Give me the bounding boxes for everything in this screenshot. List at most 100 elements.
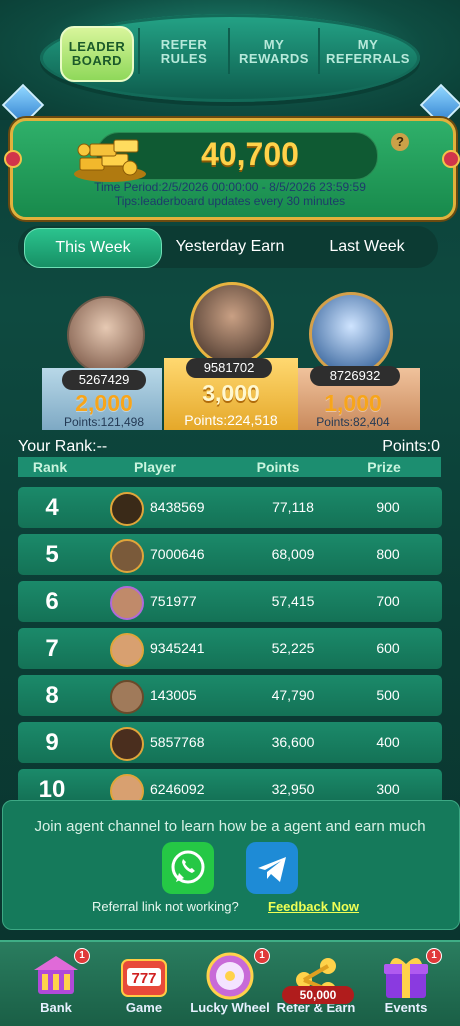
nav-events-label: Events (384, 1000, 428, 1015)
row-rank: 7 (45, 635, 59, 662)
tab-this-week[interactable]: This Week (24, 228, 162, 268)
row-prize: 500 (376, 687, 400, 703)
row-player: 7000646 (150, 546, 205, 562)
tab-my-referrals[interactable]: MY REFERRALS (320, 26, 416, 78)
whatsapp-button[interactable] (162, 842, 214, 894)
nav-bank-label: Bank (40, 1000, 72, 1015)
total-points: 40,700 (201, 136, 299, 172)
podium-second-points: Points:121,498 (63, 415, 145, 429)
agent-channel-text: Join agent channel to learn how be a age… (34, 818, 426, 835)
podium-second-id: 5267429 (62, 370, 146, 390)
podium-first-id: 9581702 (186, 358, 272, 378)
player-avatar (110, 492, 144, 526)
player-avatar (110, 539, 144, 573)
row-prize: 800 (376, 546, 400, 562)
player-avatar (110, 633, 144, 667)
time-period-text: Time Period:2/5/2026 00:00:00 - 8/5/2026… (94, 180, 366, 194)
gold-bars-icon (74, 139, 146, 182)
whatsapp-icon (171, 850, 205, 884)
player-avatar (110, 680, 144, 714)
table-row[interactable]: 6 751977 57,415 700 (18, 581, 442, 622)
your-rank: Your Rank:-- (18, 438, 108, 455)
table-row[interactable]: 7 9345241 52,225 600 (18, 628, 442, 669)
telegram-icon (258, 857, 286, 882)
referral-not-working-text: Referral link not working? (92, 899, 239, 914)
nav-events[interactable]: 1 Events (362, 944, 450, 1022)
bank-badge: 1 (74, 948, 90, 964)
row-prize: 700 (376, 593, 400, 609)
lucky-wheel-badge: 1 (254, 948, 270, 964)
row-points: 52,225 (271, 640, 315, 656)
header-rank: Rank (32, 459, 68, 475)
table-row[interactable]: 8 143005 47,790 500 (18, 675, 442, 716)
row-player: 143005 (150, 687, 197, 703)
time-period: Time Period:2/5/2026 00:00:00 - 8/5/2026… (20, 180, 440, 208)
row-player: 5857768 (150, 734, 205, 750)
row-player: 9345241 (150, 640, 205, 656)
nav-refer-earn[interactable]: Refer & Earn (272, 944, 360, 1022)
tab-my-rewards[interactable]: MY REWARDS (230, 26, 318, 78)
row-points: 36,600 (271, 734, 315, 750)
row-points: 32,950 (271, 781, 315, 797)
podium-second-amount: 2,000 (75, 390, 133, 416)
telegram-button[interactable] (246, 842, 298, 894)
row-rank: 4 (45, 494, 59, 521)
row-prize: 900 (376, 499, 400, 515)
player-avatar (110, 586, 144, 620)
row-points: 77,118 (272, 499, 314, 515)
gift-box-icon (384, 958, 428, 998)
gem-right-icon (442, 150, 460, 168)
podium-third-amount: 1,000 (324, 390, 382, 416)
refer-earn-coins: 50,000 (282, 986, 354, 1004)
player-avatar (110, 774, 144, 800)
row-rank: 9 (45, 729, 59, 756)
podium-first-amount: 3,000 (202, 380, 260, 406)
row-rank: 5 (45, 541, 59, 568)
tab-yesterday-earn[interactable]: Yesterday Earn (166, 228, 294, 266)
podium-first-points: Points:224,518 (184, 412, 278, 428)
nav-lucky-wheel[interactable]: 1 Lucky Wheel (186, 944, 274, 1022)
lucky-wheel-icon (206, 952, 254, 1000)
nav-game[interactable]: 777 Game (100, 944, 188, 1022)
gem-left-icon (4, 150, 22, 168)
header-prize: Prize (367, 459, 401, 475)
table-row[interactable]: 5 7000646 68,009 800 (18, 534, 442, 575)
avatar-second (67, 296, 145, 374)
nav-bank[interactable]: 1 Bank (12, 944, 100, 1022)
tab-leaderboard[interactable]: LEADER BOARD (60, 26, 134, 82)
feedback-now-link[interactable]: Feedback Now (268, 899, 359, 914)
podium-third-points: Points:82,404 (316, 415, 390, 429)
table-row[interactable]: 10 6246092 32,950 300 (18, 769, 442, 800)
slot-machine-icon: 777 (121, 959, 167, 997)
events-badge: 1 (426, 948, 442, 964)
row-prize: 300 (376, 781, 400, 797)
header-points: Points (256, 459, 300, 475)
table-header: Rank Player Points Prize (18, 457, 441, 477)
your-points: Points:0 (382, 438, 440, 455)
help-icon[interactable]: ? (391, 133, 409, 151)
header-player: Player (133, 459, 177, 475)
avatar-third (309, 292, 393, 376)
row-prize: 400 (376, 734, 400, 750)
tab-last-week[interactable]: Last Week (300, 228, 434, 266)
row-points: 47,790 (271, 687, 315, 703)
row-points: 57,415 (271, 593, 315, 609)
row-prize: 600 (376, 640, 400, 656)
row-rank: 6 (45, 588, 59, 615)
player-avatar (110, 727, 144, 761)
avatar-first (190, 282, 274, 366)
table-row[interactable]: 4 8438569 77,118 900 (18, 487, 442, 528)
nav-game-label: Game (125, 1000, 163, 1015)
row-points: 68,009 (271, 546, 315, 562)
row-rank: 8 (45, 682, 59, 709)
row-player: 6246092 (150, 781, 205, 797)
row-player: 8438569 (150, 499, 205, 515)
svg-text:777: 777 (131, 970, 156, 987)
nav-lucky-wheel-label: Lucky Wheel (190, 1000, 270, 1015)
table-row[interactable]: 9 5857768 36,600 400 (18, 722, 442, 763)
tips-text: Tips:leaderboard updates every 30 minute… (114, 194, 346, 208)
tab-refer-rules[interactable]: REFER RULES (140, 26, 228, 78)
row-player: 751977 (150, 593, 197, 609)
podium-third-id: 8726932 (310, 366, 400, 386)
row-rank: 10 (38, 776, 66, 800)
